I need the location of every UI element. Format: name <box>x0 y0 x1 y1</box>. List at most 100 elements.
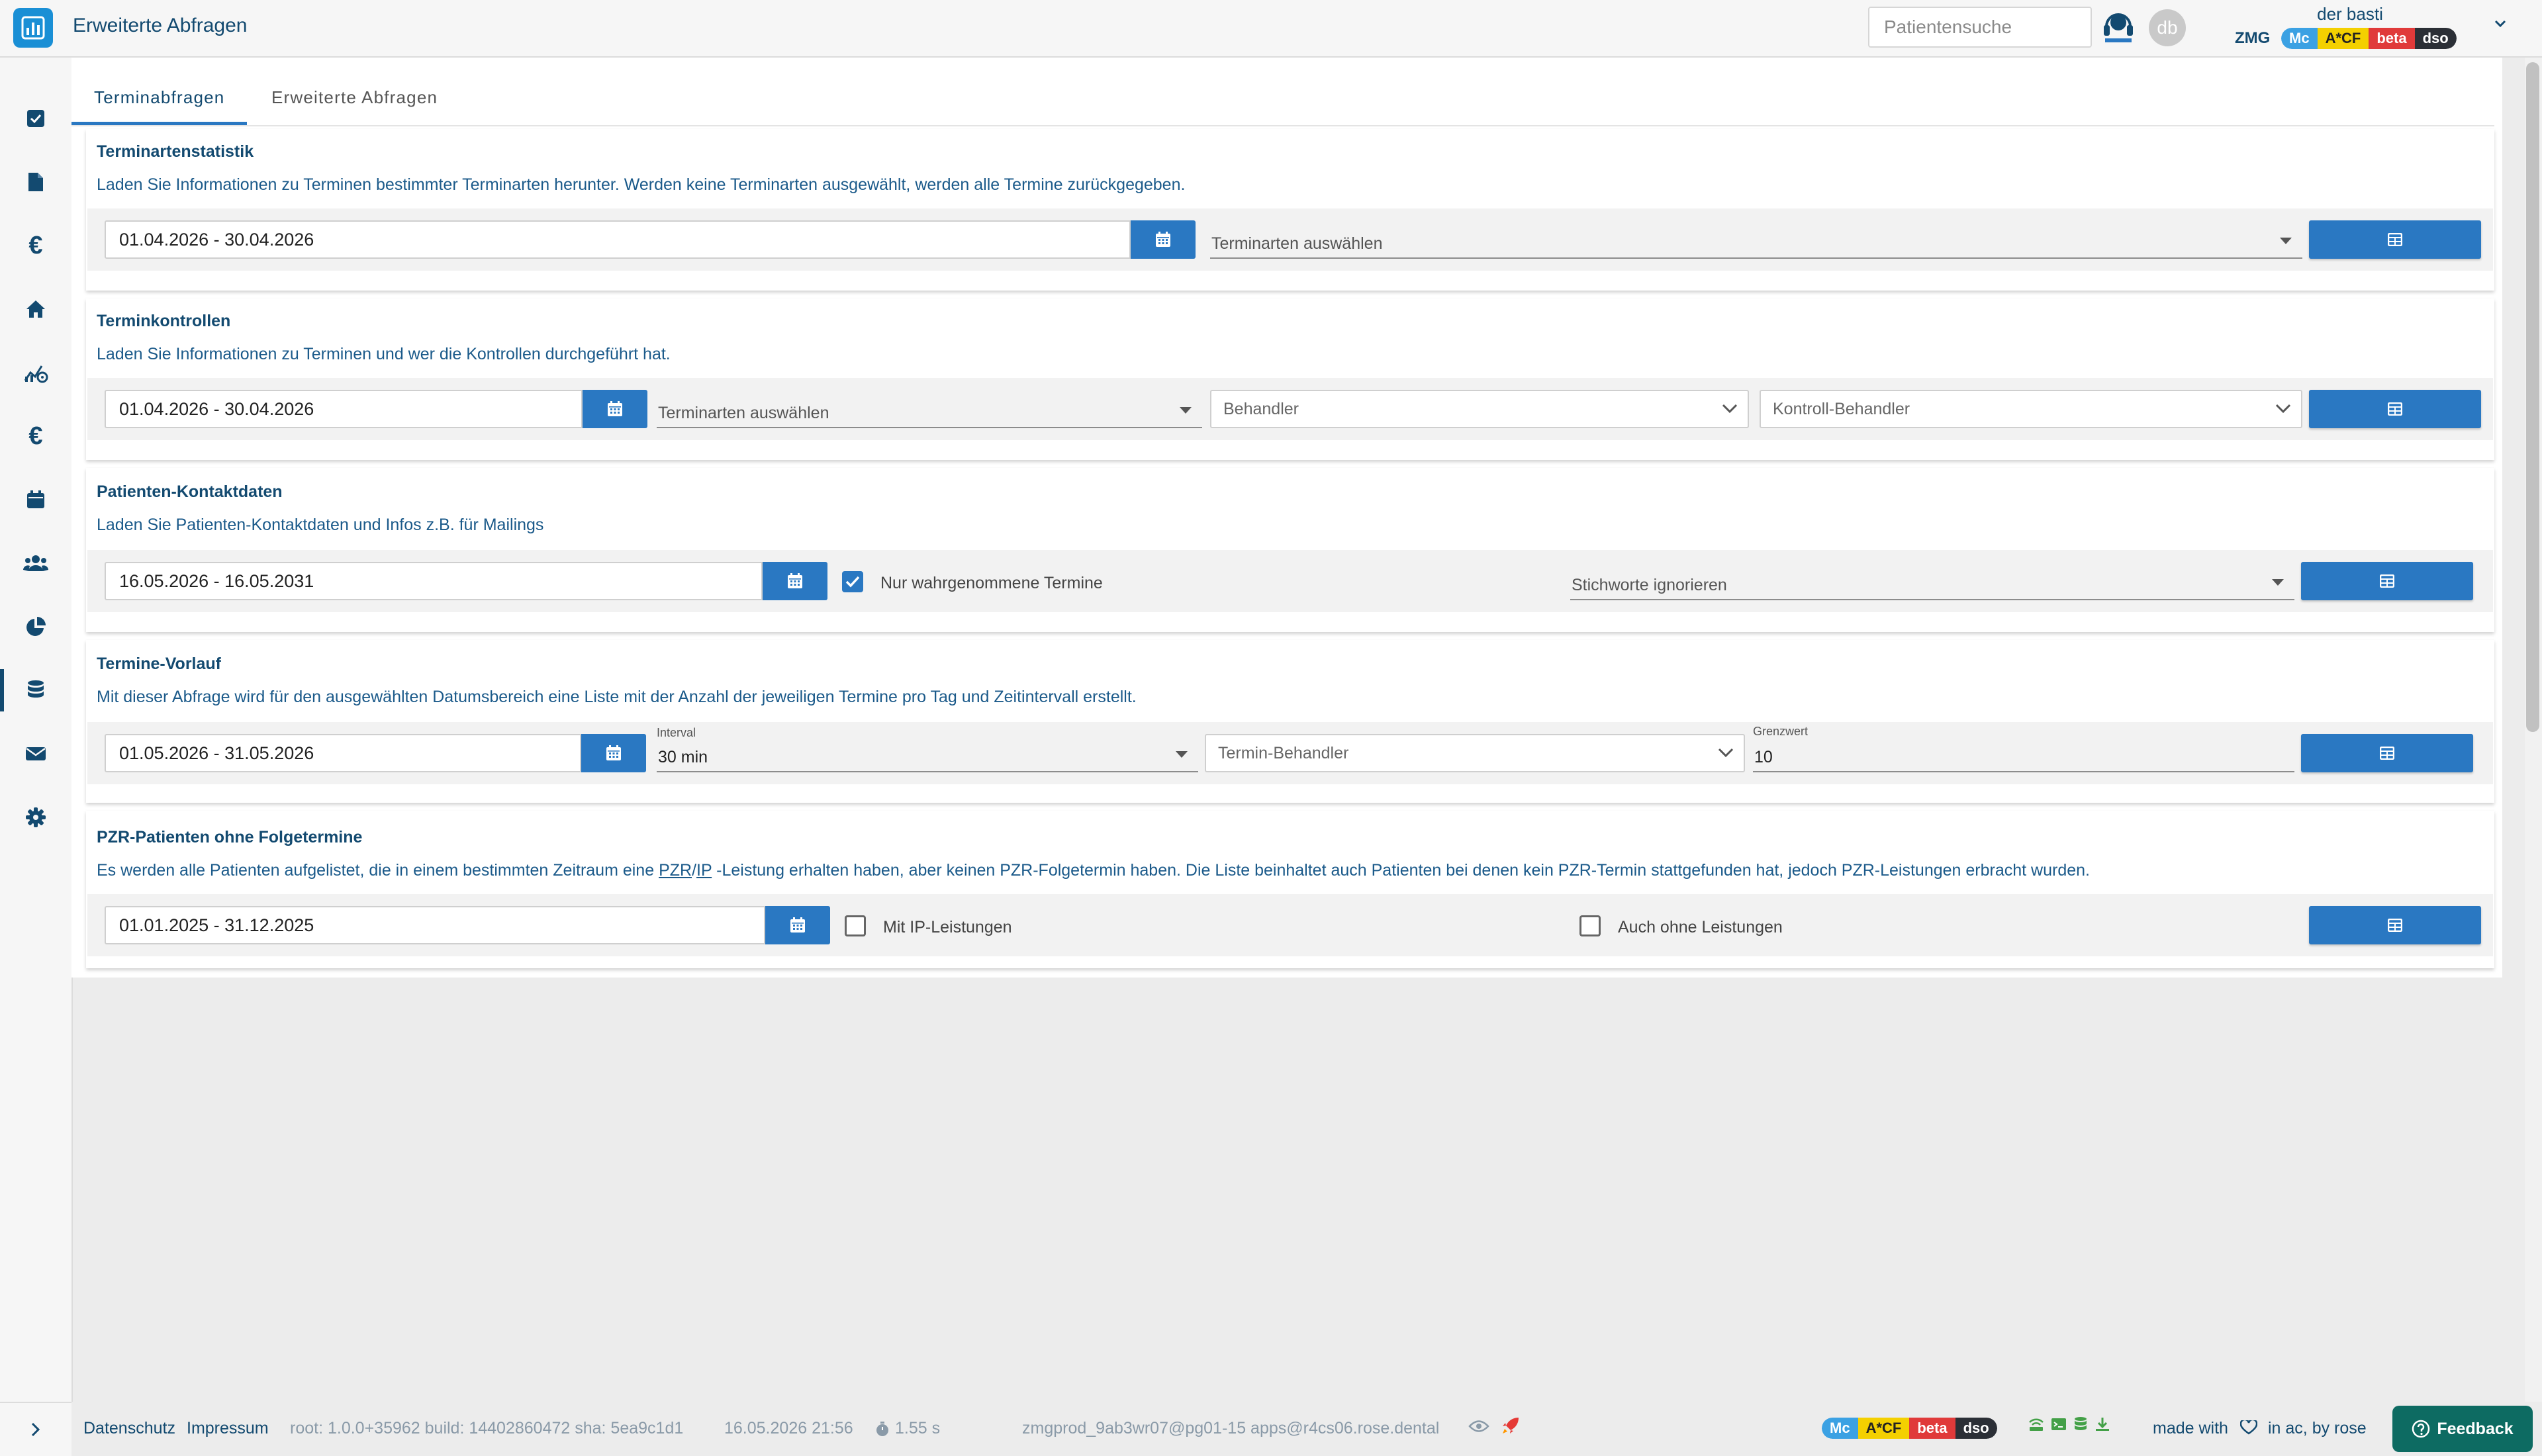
sidebar-item-documents[interactable] <box>0 156 71 208</box>
calendar-button[interactable] <box>581 734 646 772</box>
ip-link[interactable]: IP <box>696 861 712 880</box>
tab-bar: Terminabfragen Erweiterte Abfragen <box>71 71 2494 126</box>
sidebar: € € <box>0 58 73 1456</box>
date-range-input[interactable]: 16.05.2026 - 16.05.2031 <box>105 562 763 600</box>
card-pzr-patienten: PZR-Patienten ohne Folgetermine Es werde… <box>86 811 2494 968</box>
chevron-down-icon <box>1722 404 1738 414</box>
card-patienten-kontaktdaten: Patienten-Kontaktdaten Laden Sie Patient… <box>86 468 2494 632</box>
select-placeholder: Terminarten auswählen <box>658 404 829 422</box>
nur-wahrgenommene-checkbox[interactable] <box>842 571 863 592</box>
impressum-link[interactable]: Impressum <box>187 1419 269 1438</box>
feedback-button[interactable]: Feedback <box>2392 1406 2533 1452</box>
caret-down-icon <box>2280 238 2292 244</box>
document-icon <box>28 173 43 191</box>
mail-icon <box>26 747 46 760</box>
user-name[interactable]: der basti <box>2277 4 2423 24</box>
calendar-button[interactable] <box>583 390 647 428</box>
tab-terminabfragen[interactable]: Terminabfragen <box>71 71 248 125</box>
sidebar-item-settings[interactable] <box>0 791 71 844</box>
terminarten-select[interactable]: Terminarten auswählen <box>1210 220 2302 259</box>
download-table-button[interactable] <box>2309 220 2481 259</box>
kontroll-behandler-select[interactable]: Kontroll-Behandler <box>1760 390 2302 428</box>
app-logo[interactable] <box>13 8 53 48</box>
termin-behandler-select[interactable]: Termin-Behandler <box>1205 734 1745 772</box>
badge-mc: Mc <box>1822 1418 1858 1439</box>
avatar[interactable]: db <box>2149 9 2186 46</box>
eye-icon[interactable] <box>1468 1419 1489 1433</box>
calendar-icon <box>790 917 805 933</box>
terminarten-select[interactable]: Terminarten auswählen <box>657 390 1202 428</box>
home-icon <box>26 300 45 318</box>
calendar-icon <box>788 573 802 588</box>
datenschutz-link[interactable]: Datenschutz <box>83 1419 175 1438</box>
download-table-button[interactable] <box>2301 734 2473 772</box>
download-table-button[interactable] <box>2309 390 2481 428</box>
scrollbar-thumb[interactable] <box>2526 62 2539 732</box>
grenzwert-input[interactable]: 10 <box>1753 734 2294 772</box>
date-range-input[interactable]: 01.04.2026 - 30.04.2026 <box>105 390 583 428</box>
sidebar-expand-button[interactable] <box>0 1402 71 1456</box>
table-icon <box>2380 747 2394 760</box>
table-icon <box>2380 574 2394 588</box>
download-status-icon <box>2096 1418 2109 1431</box>
interval-select[interactable]: 30 min <box>657 734 1198 772</box>
table-icon <box>2388 919 2402 932</box>
tab-erweiterte-abfragen[interactable]: Erweiterte Abfragen <box>249 71 460 124</box>
card-description: Laden Sie Informationen zu Terminen und … <box>97 345 671 363</box>
sidebar-item-finance[interactable]: € <box>0 219 71 272</box>
card-title: PZR-Patienten ohne Folgetermine <box>97 828 363 846</box>
pie-chart-icon <box>26 617 46 636</box>
card-description: Mit dieser Abfrage wird für den ausgewäh… <box>97 688 1137 706</box>
table-icon <box>2388 233 2402 246</box>
sidebar-item-charts[interactable] <box>0 600 71 653</box>
euro-icon: € <box>28 422 43 450</box>
date-range-input[interactable]: 01.01.2025 - 31.12.2025 <box>105 906 765 944</box>
sidebar-item-home[interactable] <box>0 283 71 336</box>
desc-part: -Leistung erhalten haben, aber keinen PZ… <box>712 861 2090 880</box>
date-range-input[interactable]: 01.04.2026 - 30.04.2026 <box>105 220 1131 259</box>
sidebar-item-patients[interactable] <box>0 537 71 590</box>
mit-ip-leistungen-checkbox[interactable] <box>845 915 866 936</box>
tenant-label: ZMG <box>2235 29 2271 47</box>
status-icons <box>2028 1416 2110 1432</box>
card-description: Es werden alle Patienten aufgelistet, di… <box>97 861 2090 880</box>
sidebar-item-statistics[interactable] <box>0 346 71 399</box>
query-toolbar: 16.05.2026 - 16.05.2031 Nur wahrgenommen… <box>87 550 2493 612</box>
load-time-value: 1.55 s <box>895 1419 941 1437</box>
badge-acf: A*CF <box>2317 28 2369 49</box>
calendar-button[interactable] <box>1131 220 1196 259</box>
download-table-button[interactable] <box>2309 906 2481 944</box>
select-value: 30 min <box>658 748 708 766</box>
main-panel: Terminabfragen Erweiterte Abfragen Termi… <box>71 58 2502 978</box>
select-placeholder: Stichworte ignorieren <box>1572 576 1727 594</box>
download-table-button[interactable] <box>2301 562 2473 600</box>
patient-search-input[interactable] <box>1868 7 2092 48</box>
rocket-icon[interactable] <box>1501 1416 1520 1435</box>
auch-ohne-leistungen-checkbox[interactable] <box>1579 915 1601 936</box>
card-terminkontrollen: Terminkontrollen Laden Sie Informationen… <box>86 298 2494 460</box>
card-title: Terminkontrollen <box>97 312 231 330</box>
made-by-text: in ac, by rose <box>2268 1419 2367 1437</box>
sidebar-item-queries[interactable] <box>0 664 71 717</box>
calendar-button[interactable] <box>765 906 830 944</box>
checkbox-label: Mit IP-Leistungen <box>883 918 1012 936</box>
sidebar-item-mail[interactable] <box>0 727 71 780</box>
sidebar-item-tasks[interactable] <box>0 92 71 145</box>
pzr-link[interactable]: PZR <box>659 861 692 880</box>
checkbox-label: Auch ohne Leistungen <box>1618 918 1783 936</box>
build-timestamp: 16.05.2026 21:56 <box>724 1419 853 1437</box>
calendar-icon <box>606 745 621 760</box>
sidebar-item-billing[interactable]: € <box>0 410 71 463</box>
user-menu-chevron-icon[interactable] <box>2494 20 2506 28</box>
stopwatch-icon <box>876 1421 888 1436</box>
footer-badges: Mc A*CF beta dso <box>1822 1418 1997 1439</box>
date-range-input[interactable]: 01.05.2026 - 31.05.2026 <box>105 734 581 772</box>
card-description: Laden Sie Patienten-Kontaktdaten und Inf… <box>97 516 544 534</box>
calendar-icon <box>27 490 44 508</box>
sidebar-item-calendar[interactable] <box>0 473 71 526</box>
support-headset-icon[interactable] <box>2101 7 2136 46</box>
stichworte-select[interactable]: Stichworte ignorieren <box>1570 562 2294 600</box>
behandler-select[interactable]: Behandler <box>1210 390 1749 428</box>
load-time: 1.55 s <box>875 1419 940 1438</box>
calendar-button[interactable] <box>763 562 827 600</box>
